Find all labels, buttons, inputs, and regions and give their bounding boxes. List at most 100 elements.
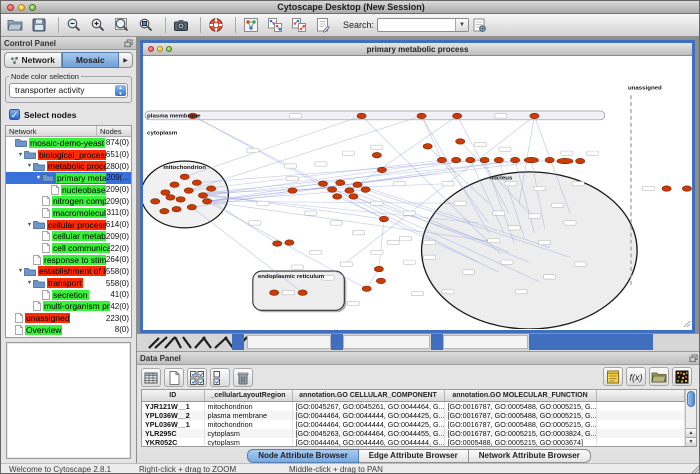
network-node[interactable] <box>545 157 554 162</box>
network-node[interactable] <box>353 182 362 187</box>
scroll-down-icon[interactable]: ▼ <box>686 437 696 446</box>
network-tree-row[interactable]: Overview8(0) <box>6 324 131 336</box>
float-window-icon[interactable] <box>124 39 133 48</box>
network-node[interactable] <box>345 188 354 193</box>
help-ring-icon[interactable] <box>207 15 229 35</box>
matrix-icon[interactable] <box>672 367 692 386</box>
table-row[interactable]: YLR295Ccytoplasm[GO:0045263, GO:0044464,… <box>142 429 685 438</box>
network-node[interactable] <box>374 266 383 271</box>
network-node[interactable] <box>328 187 337 192</box>
network-node[interactable] <box>494 157 503 162</box>
scroll-up-icon[interactable]: ▲ <box>686 428 696 437</box>
table-cell[interactable]: [GO:0044464, GO:0044444, GO:0044425, G..… <box>292 447 444 448</box>
nucleus-compartment[interactable] <box>422 172 638 329</box>
network-node[interactable] <box>170 182 179 187</box>
network-node[interactable] <box>576 158 585 163</box>
table-column-header[interactable]: ID <box>142 390 204 401</box>
table-cell[interactable]: [GO:0045267, GO:0045261, GO:0044464, G..… <box>292 401 444 411</box>
network-edge[interactable] <box>207 201 458 203</box>
network-node[interactable] <box>202 199 211 204</box>
network-node[interactable] <box>298 290 307 295</box>
snapshot-icon[interactable] <box>172 15 194 35</box>
network-tree-row[interactable]: secretion41(0) <box>6 289 131 301</box>
scrollbar-thumb[interactable] <box>687 391 695 407</box>
network-node[interactable] <box>379 216 388 221</box>
network-node[interactable] <box>466 157 475 162</box>
table-cell[interactable]: [GO:0016787, GO:0005488, GO:0005215, G..… <box>444 411 596 420</box>
new-attribute-icon[interactable] <box>164 368 184 387</box>
network-tree-row[interactable]: nucleobase-209(0) <box>6 184 131 196</box>
table-cell[interactable]: [GO:0045263, GO:0044464, GO:0044455, G..… <box>292 429 444 438</box>
network-node[interactable] <box>423 144 432 149</box>
network-node[interactable] <box>333 194 342 199</box>
more-tabs-button[interactable]: ▶ <box>119 52 133 68</box>
zoom-window-icon[interactable] <box>29 4 36 11</box>
tab-network-attribute-browser[interactable]: Network Attribute Browser <box>469 449 591 463</box>
network-tree-row[interactable]: ▼biological_process651(0) <box>6 149 131 161</box>
background-window-segment[interactable] <box>343 335 430 349</box>
network-node[interactable] <box>530 113 539 118</box>
network-tree-row[interactable]: ▼transport558(0) <box>6 277 131 289</box>
background-window-segment[interactable] <box>443 335 528 349</box>
network-node[interactable] <box>557 158 573 163</box>
network-node[interactable] <box>172 206 181 211</box>
network-node[interactable] <box>285 240 294 245</box>
network-node[interactable] <box>273 241 282 246</box>
network-node[interactable] <box>376 278 385 283</box>
annotation-icon[interactable] <box>314 15 336 35</box>
minimize-view-icon[interactable] <box>157 46 163 52</box>
tree-expand-icon[interactable]: ▼ <box>26 280 33 286</box>
table-column-header[interactable]: annotation.GO MOLECULAR_FUNCTION <box>444 390 596 401</box>
network-node[interactable] <box>180 174 189 179</box>
annotation-notes-icon[interactable] <box>603 367 623 386</box>
background-window-frame[interactable] <box>431 334 443 350</box>
network-tree-row[interactable]: ▼metabolic process280(0) <box>6 160 131 172</box>
background-window-frame[interactable] <box>529 334 653 350</box>
node-color-select[interactable]: transporter activity ▲▼ <box>9 83 128 98</box>
formula-icon[interactable]: f(x) <box>626 367 646 386</box>
network-node[interactable] <box>198 193 207 198</box>
table-row[interactable]: YKR052Ccytoplasm[GO:0044464, GO:0044446,… <box>142 438 685 447</box>
network-node[interactable] <box>362 286 371 291</box>
table-row[interactable]: YDR039C__1mitochondrion[GO:0044464, GO:0… <box>142 447 685 448</box>
tree-expand-icon[interactable]: ▼ <box>26 163 33 169</box>
table-cell[interactable]: [GO:0016787, GO:0005215, GO:0003824, G..… <box>444 429 596 438</box>
unselect-attributes-icon[interactable] <box>210 368 230 387</box>
network-node[interactable] <box>361 187 370 192</box>
network-node[interactable] <box>480 157 489 162</box>
network-node[interactable] <box>456 139 465 144</box>
table-cell[interactable]: [GO:0016787, GO:0005488, GO:0005215, G..… <box>444 420 596 429</box>
network-tree-row[interactable]: ▼primary metabo209(... <box>6 172 131 184</box>
network-node[interactable] <box>372 152 381 157</box>
merge-networks-alt-icon[interactable] <box>290 15 312 35</box>
network-view-window[interactable]: primary metabolic process plasma membran… <box>140 40 695 333</box>
chevron-down-icon[interactable]: ▼ <box>455 19 468 31</box>
network-edge[interactable] <box>189 116 422 191</box>
network-node[interactable] <box>349 194 358 199</box>
tab-node-attribute-browser[interactable]: Node Attribute Browser <box>247 449 359 463</box>
network-node[interactable] <box>187 204 196 209</box>
zoom-selected-icon[interactable] <box>137 15 159 35</box>
table-row[interactable]: YPL036W__2plasma membrane[GO:0044464, GO… <box>142 411 685 420</box>
network-node[interactable] <box>437 157 446 162</box>
background-window-frame[interactable] <box>331 334 343 350</box>
tree-expand-icon[interactable]: ▼ <box>26 222 33 228</box>
table-cell[interactable]: YLR295C <box>142 429 204 438</box>
network-tree-row[interactable]: ▼establishment of lo558(0) <box>6 266 131 278</box>
close-view-icon[interactable] <box>148 46 154 52</box>
resize-grip-icon[interactable] <box>691 465 700 474</box>
network-node[interactable] <box>151 199 160 204</box>
layout-icon[interactable] <box>242 15 264 35</box>
network-tree-row[interactable]: response to stimulu264(0) <box>6 254 131 266</box>
network-edge[interactable] <box>422 116 442 160</box>
search-options-icon[interactable] <box>470 15 492 35</box>
network-node[interactable] <box>511 157 520 162</box>
network-node[interactable] <box>176 197 185 202</box>
network-tree-row[interactable]: nitrogen compo209(0) <box>6 195 131 207</box>
network-node[interactable] <box>662 186 671 191</box>
close-window-icon[interactable] <box>7 4 14 11</box>
network-node[interactable] <box>184 188 193 193</box>
network-node[interactable] <box>288 188 297 193</box>
network-node[interactable] <box>161 190 170 195</box>
table-cell[interactable]: YPL036W__2 <box>142 411 204 420</box>
